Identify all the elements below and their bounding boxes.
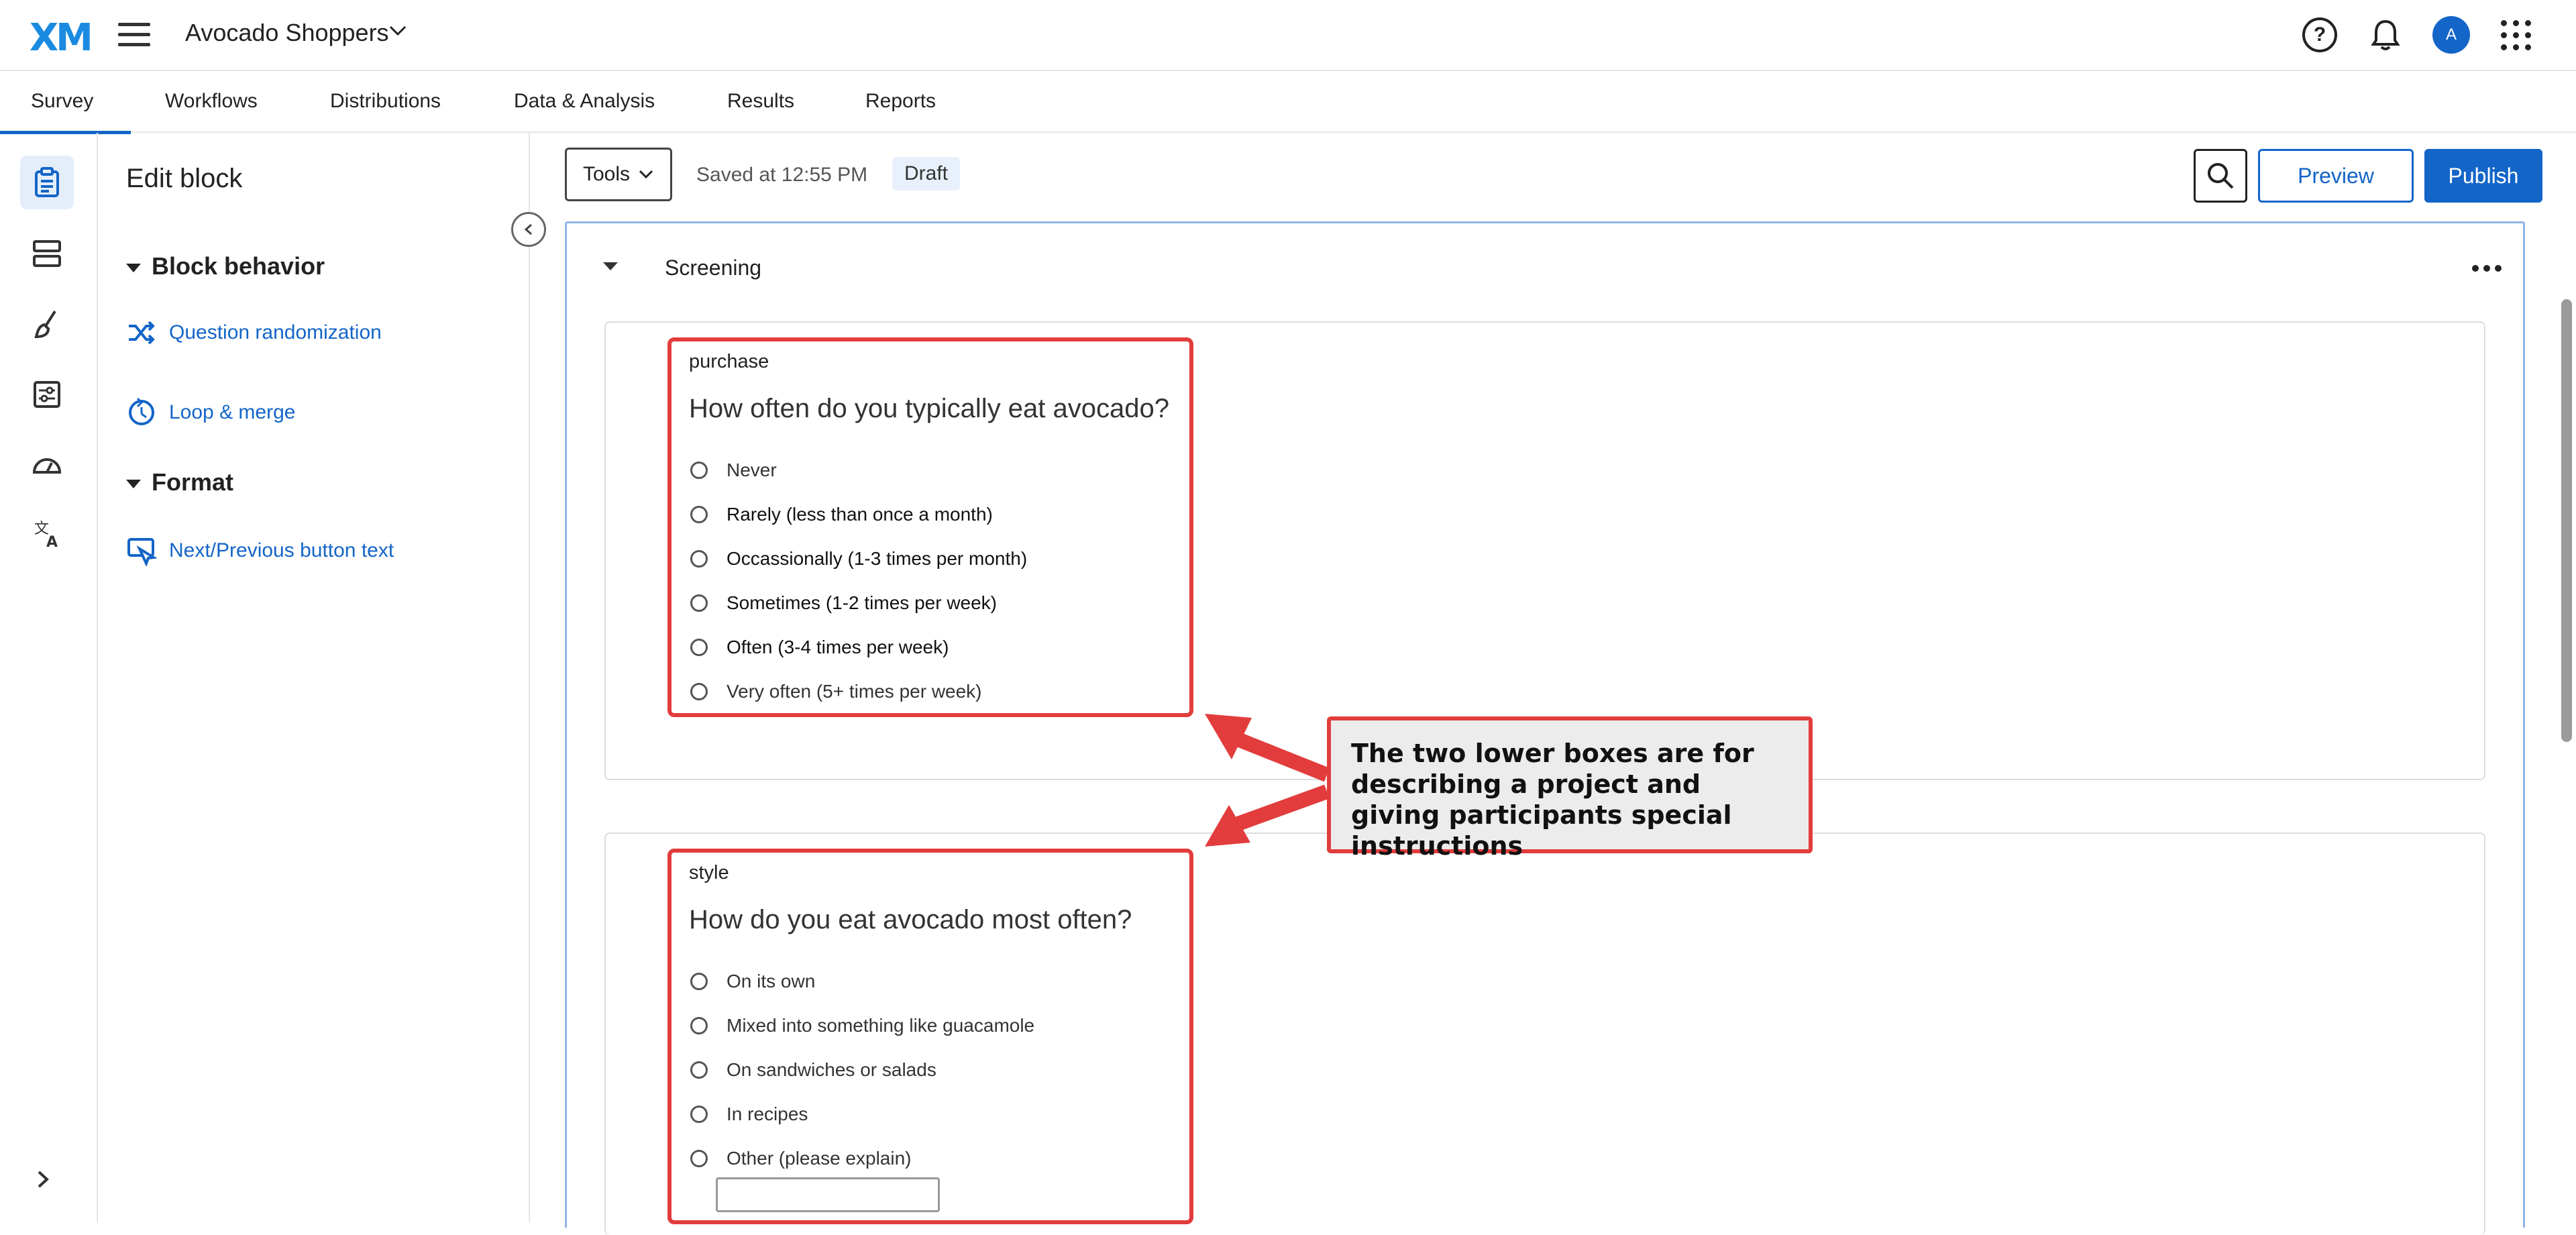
block-behavior-section[interactable]: Block behavior xyxy=(126,252,325,280)
radio-button[interactable] xyxy=(690,1106,708,1123)
answer-option[interactable]: In recipes xyxy=(690,1104,808,1125)
saved-status: Saved at 12:55 PM xyxy=(696,164,868,186)
radio-button[interactable] xyxy=(690,1061,708,1079)
search-icon xyxy=(2208,163,2234,189)
loop-icon xyxy=(129,397,154,425)
next-previous-button-text-link[interactable]: Next/Previous button text xyxy=(126,535,394,566)
help-icon[interactable]: ? xyxy=(2302,17,2337,52)
search-button[interactable] xyxy=(2194,149,2247,203)
survey-options-icon[interactable] xyxy=(20,368,74,421)
answer-option[interactable]: Rarely (less than once a month) xyxy=(690,504,993,525)
answer-option[interactable]: Very often (5+ times per week) xyxy=(690,681,982,702)
chevron-down-icon xyxy=(639,170,653,179)
answer-option[interactable]: Other (please explain) xyxy=(690,1148,911,1169)
tab-distributions[interactable]: Distributions xyxy=(330,90,441,113)
question-id[interactable]: purchase xyxy=(689,351,769,373)
bell-icon[interactable] xyxy=(2368,17,2403,52)
apps-grid-icon[interactable] xyxy=(2498,17,2533,52)
collapse-triangle-icon xyxy=(126,479,141,488)
xm-logo[interactable]: XM xyxy=(30,16,93,60)
block-title[interactable]: Screening xyxy=(665,256,761,280)
radio-button[interactable] xyxy=(690,973,708,990)
status-badge: Draft xyxy=(892,157,961,191)
top-bar: XM Avocado Shoppers ? A xyxy=(0,0,2576,71)
question-content[interactable]: style How do you eat avocado most often?… xyxy=(667,849,1193,1224)
answer-option[interactable]: Occassionally (1-3 times per month) xyxy=(690,548,1027,570)
chevron-down-icon[interactable] xyxy=(388,20,408,43)
radio-button[interactable] xyxy=(690,594,708,612)
radio-button[interactable] xyxy=(690,683,708,700)
question-text[interactable]: How often do you typically eat avocado? xyxy=(689,394,1169,424)
look-and-feel-brush-icon[interactable] xyxy=(20,298,74,352)
shuffle-icon xyxy=(129,321,155,345)
annotation-callout: The two lower boxes are for describing a… xyxy=(1327,716,1813,861)
loop-merge-link[interactable]: Loop & merge xyxy=(126,397,295,428)
expand-rail-icon[interactable] xyxy=(35,1166,51,1196)
format-section[interactable]: Format xyxy=(126,468,233,496)
project-name[interactable]: Avocado Shoppers xyxy=(185,19,389,47)
radio-button[interactable] xyxy=(690,639,708,656)
question-content[interactable]: purchase How often do you typically eat … xyxy=(667,337,1193,717)
tab-survey[interactable]: Survey xyxy=(0,90,131,134)
collapse-triangle-icon xyxy=(126,263,141,272)
translate-icon[interactable]: 文A xyxy=(20,507,74,561)
avatar[interactable]: A xyxy=(2432,16,2470,54)
question-id[interactable]: style xyxy=(689,862,729,884)
answer-option[interactable]: On sandwiches or salads xyxy=(690,1059,936,1081)
tab-data-analysis[interactable]: Data & Analysis xyxy=(514,90,655,113)
publish-button[interactable]: Publish xyxy=(2424,149,2542,203)
radio-button[interactable] xyxy=(690,506,708,523)
question-card[interactable]: purchase How often do you typically eat … xyxy=(604,321,2485,780)
question-text[interactable]: How do you eat avocado most often? xyxy=(689,905,1132,935)
answer-option[interactable]: Never xyxy=(690,460,777,481)
scrollbar[interactable] xyxy=(2561,228,2572,1223)
more-options-icon[interactable] xyxy=(2472,265,2502,272)
preview-button[interactable]: Preview xyxy=(2258,149,2414,203)
scroll-thumb[interactable] xyxy=(2561,299,2572,742)
radio-button[interactable] xyxy=(690,1150,708,1167)
survey-flow-icon[interactable] xyxy=(20,227,74,280)
menu-icon[interactable] xyxy=(118,23,150,47)
edit-block-panel: Edit block Block behavior Question rando… xyxy=(98,133,530,1223)
question-randomization-link[interactable]: Question randomization xyxy=(126,319,382,346)
cursor-click-icon xyxy=(127,538,157,566)
panel-title: Edit block xyxy=(126,164,243,193)
svg-text:A: A xyxy=(46,534,58,549)
question-card[interactable]: style How do you eat avocado most often?… xyxy=(604,833,2485,1235)
chevron-left-icon xyxy=(524,223,532,235)
tab-results[interactable]: Results xyxy=(727,90,794,113)
radio-button[interactable] xyxy=(690,462,708,479)
answer-option[interactable]: Sometimes (1-2 times per week) xyxy=(690,592,997,614)
dashboard-gauge-icon[interactable] xyxy=(20,437,74,491)
tab-workflows[interactable]: Workflows xyxy=(165,90,258,113)
survey-toolbar: Tools Saved at 12:55 PM Draft Preview Pu… xyxy=(530,133,2576,220)
other-text-input[interactable] xyxy=(716,1177,940,1212)
answer-option[interactable]: Often (3-4 times per week) xyxy=(690,637,949,658)
answer-option[interactable]: Mixed into something like guacamole xyxy=(690,1015,1034,1036)
icon-rail: 文A xyxy=(0,133,98,1223)
main-tabs: Survey Workflows Distributions Data & An… xyxy=(0,71,2576,134)
radio-button[interactable] xyxy=(690,1017,708,1034)
tools-dropdown[interactable]: Tools xyxy=(565,148,672,201)
radio-button[interactable] xyxy=(690,550,708,568)
collapse-block-icon[interactable] xyxy=(603,262,618,270)
tab-reports[interactable]: Reports xyxy=(865,90,936,113)
survey-clipboard-icon[interactable] xyxy=(20,156,74,209)
answer-option[interactable]: On its own xyxy=(690,971,815,992)
